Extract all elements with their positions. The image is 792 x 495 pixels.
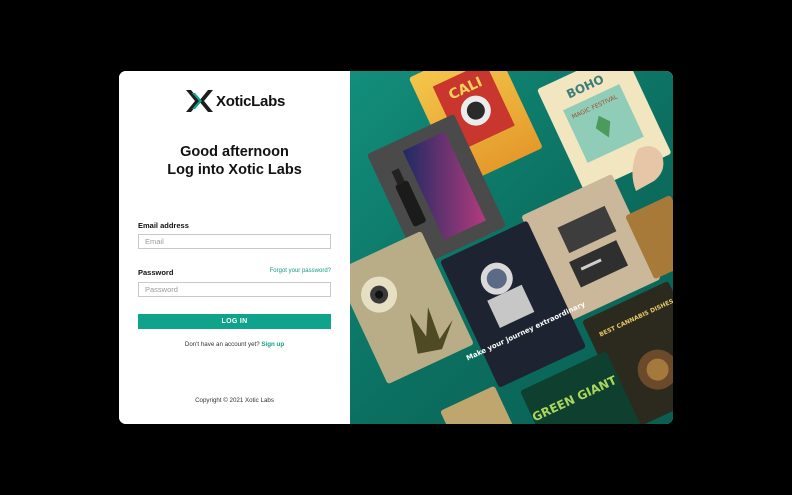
hand-graphic <box>632 146 664 191</box>
brand-name: XoticLabs <box>216 92 285 110</box>
signup-link[interactable]: Sign up <box>261 341 284 348</box>
xotic-logo-icon <box>186 90 213 112</box>
showcase-art: CALI BOHO MAGIC FESTIVAL Make your journ… <box>350 71 673 424</box>
signup-prompt-text: Don't have an account yet? <box>184 341 260 348</box>
signup-prompt: Don't have an account yet? Sign up <box>119 341 350 348</box>
email-field[interactable] <box>138 234 331 249</box>
greeting-line: Good afternoon <box>180 144 289 160</box>
page-title: Log into Xotic Labs <box>167 162 302 178</box>
product-showcase: CALI BOHO MAGIC FESTIVAL Make your journ… <box>350 71 673 424</box>
login-button[interactable]: LOG IN <box>138 314 331 329</box>
greeting-heading: Good afternoon Log into Xotic Labs <box>119 143 350 179</box>
small-tile <box>440 386 515 424</box>
password-label: Password <box>138 268 174 277</box>
login-card: XoticLabs Good afternoon Log into Xotic … <box>119 71 673 424</box>
email-label: Email address <box>138 221 189 230</box>
brand-logo: XoticLabs <box>186 90 285 112</box>
forgot-password-link[interactable]: Forgot your password? <box>270 268 331 274</box>
login-panel: XoticLabs Good afternoon Log into Xotic … <box>119 71 350 424</box>
password-field[interactable] <box>138 282 331 297</box>
copyright-text: Copyright © 2021 Xotic Labs <box>195 397 274 404</box>
